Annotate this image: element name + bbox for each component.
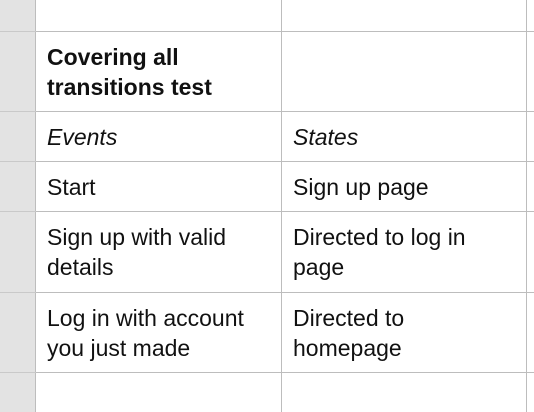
event-cell[interactable]: Start [36,162,282,211]
table-row [36,373,534,412]
table-row: Covering all transitions test [36,32,534,112]
spreadsheet-grid: Covering all transitions test Events Sta… [36,0,534,412]
row-header[interactable] [0,32,36,112]
cell[interactable] [527,0,534,31]
state-cell[interactable]: Sign up page [282,162,527,211]
row-header[interactable] [0,0,36,32]
row-header[interactable] [0,112,36,162]
cell[interactable] [527,212,534,292]
row-header[interactable] [0,373,36,412]
table-row: Events States [36,112,534,162]
row-header-gutter [0,0,36,412]
cell[interactable] [282,0,527,31]
cell[interactable] [527,112,534,161]
state-cell[interactable]: Directed to log in page [282,212,527,292]
cell[interactable] [527,32,534,111]
event-cell[interactable]: Sign up with valid details [36,212,282,292]
table-row: Sign up with valid details Directed to l… [36,212,534,293]
table-row [36,0,534,32]
title-cell[interactable]: Covering all transitions test [36,32,282,111]
state-cell[interactable]: Directed to homepage [282,293,527,372]
header-states-cell[interactable]: States [282,112,527,161]
cell[interactable] [527,293,534,372]
cell[interactable] [282,373,527,412]
cell[interactable] [36,0,282,31]
cell[interactable] [527,373,534,412]
cell[interactable] [282,32,527,111]
header-events-cell[interactable]: Events [36,112,282,161]
row-header[interactable] [0,212,36,293]
cell[interactable] [527,162,534,211]
row-header[interactable] [0,293,36,373]
cell[interactable] [36,373,282,412]
row-header[interactable] [0,162,36,212]
table-row: Start Sign up page [36,162,534,212]
table-row: Log in with account you just made Direct… [36,293,534,373]
event-cell[interactable]: Log in with account you just made [36,293,282,372]
